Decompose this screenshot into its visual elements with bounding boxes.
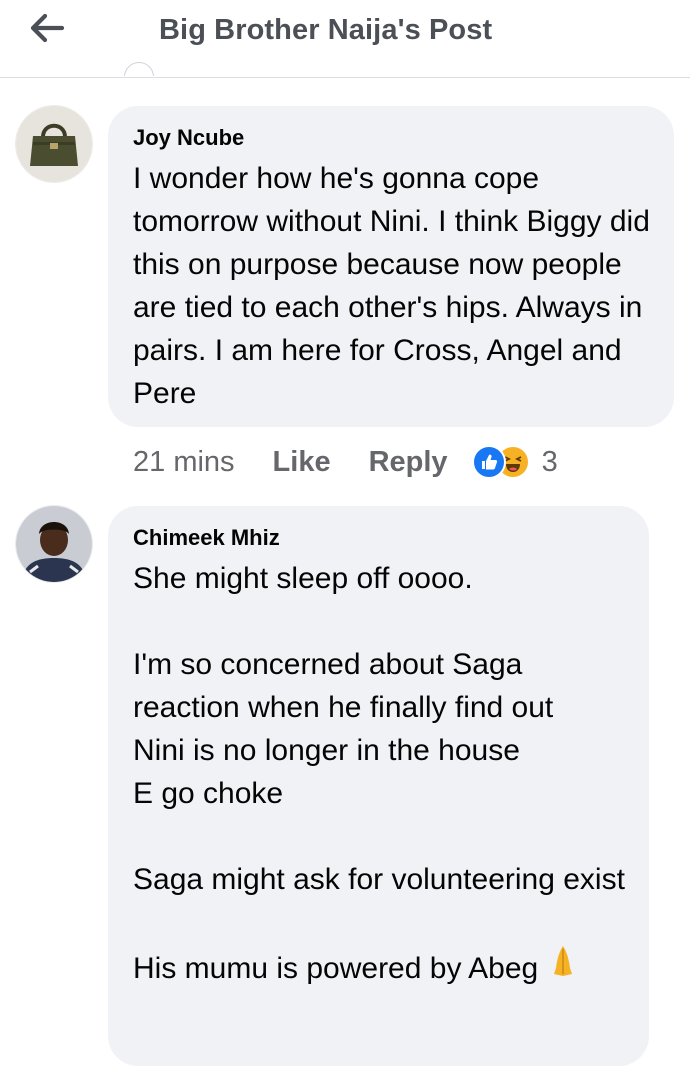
avatar[interactable]: [16, 506, 92, 582]
comment-text: She might sleep off oooo. I'm so concern…: [133, 557, 625, 990]
reaction-summary[interactable]: 3: [471, 445, 558, 479]
reply-button[interactable]: Reply: [369, 446, 448, 479]
comment-paragraph: Saga might ask for volunteering exist: [133, 863, 625, 896]
folded-hands-icon: [548, 944, 578, 990]
like-button[interactable]: Like: [273, 446, 331, 479]
handbag-icon: [16, 106, 92, 182]
reaction-count: 3: [541, 445, 558, 478]
comment-bubble: Chimeek Mhiz She might sleep off oooo. I…: [108, 506, 649, 1066]
profile-photo-icon: [16, 506, 92, 582]
comment-paragraph: His mumu is powered by Abeg: [133, 944, 625, 990]
back-button[interactable]: [26, 10, 66, 46]
comment-paragraph: I'm so concerned about Saga reaction whe…: [133, 648, 554, 810]
comment-bubble: Joy Ncube I wonder how he's gonna cope t…: [108, 106, 674, 427]
comment-actions: 21 mins Like Reply 3: [133, 442, 558, 482]
comment-text: I wonder how he's gonna cope tomorrow wi…: [133, 162, 650, 410]
comment-timestamp[interactable]: 21 mins: [133, 446, 235, 479]
comment-author[interactable]: Chimeek Mhiz: [133, 524, 625, 552]
comment-paragraph: She might sleep off oooo.: [133, 562, 473, 595]
top-bar: Big Brother Naija's Post: [0, 0, 690, 78]
avatar[interactable]: [16, 106, 92, 182]
comment-paragraph-text: His mumu is powered by Abeg: [133, 952, 539, 985]
comment-author[interactable]: Joy Ncube: [133, 124, 650, 152]
page-title: Big Brother Naija's Post: [159, 14, 493, 46]
back-arrow-icon: [30, 13, 65, 43]
like-reaction-icon: [471, 445, 506, 479]
